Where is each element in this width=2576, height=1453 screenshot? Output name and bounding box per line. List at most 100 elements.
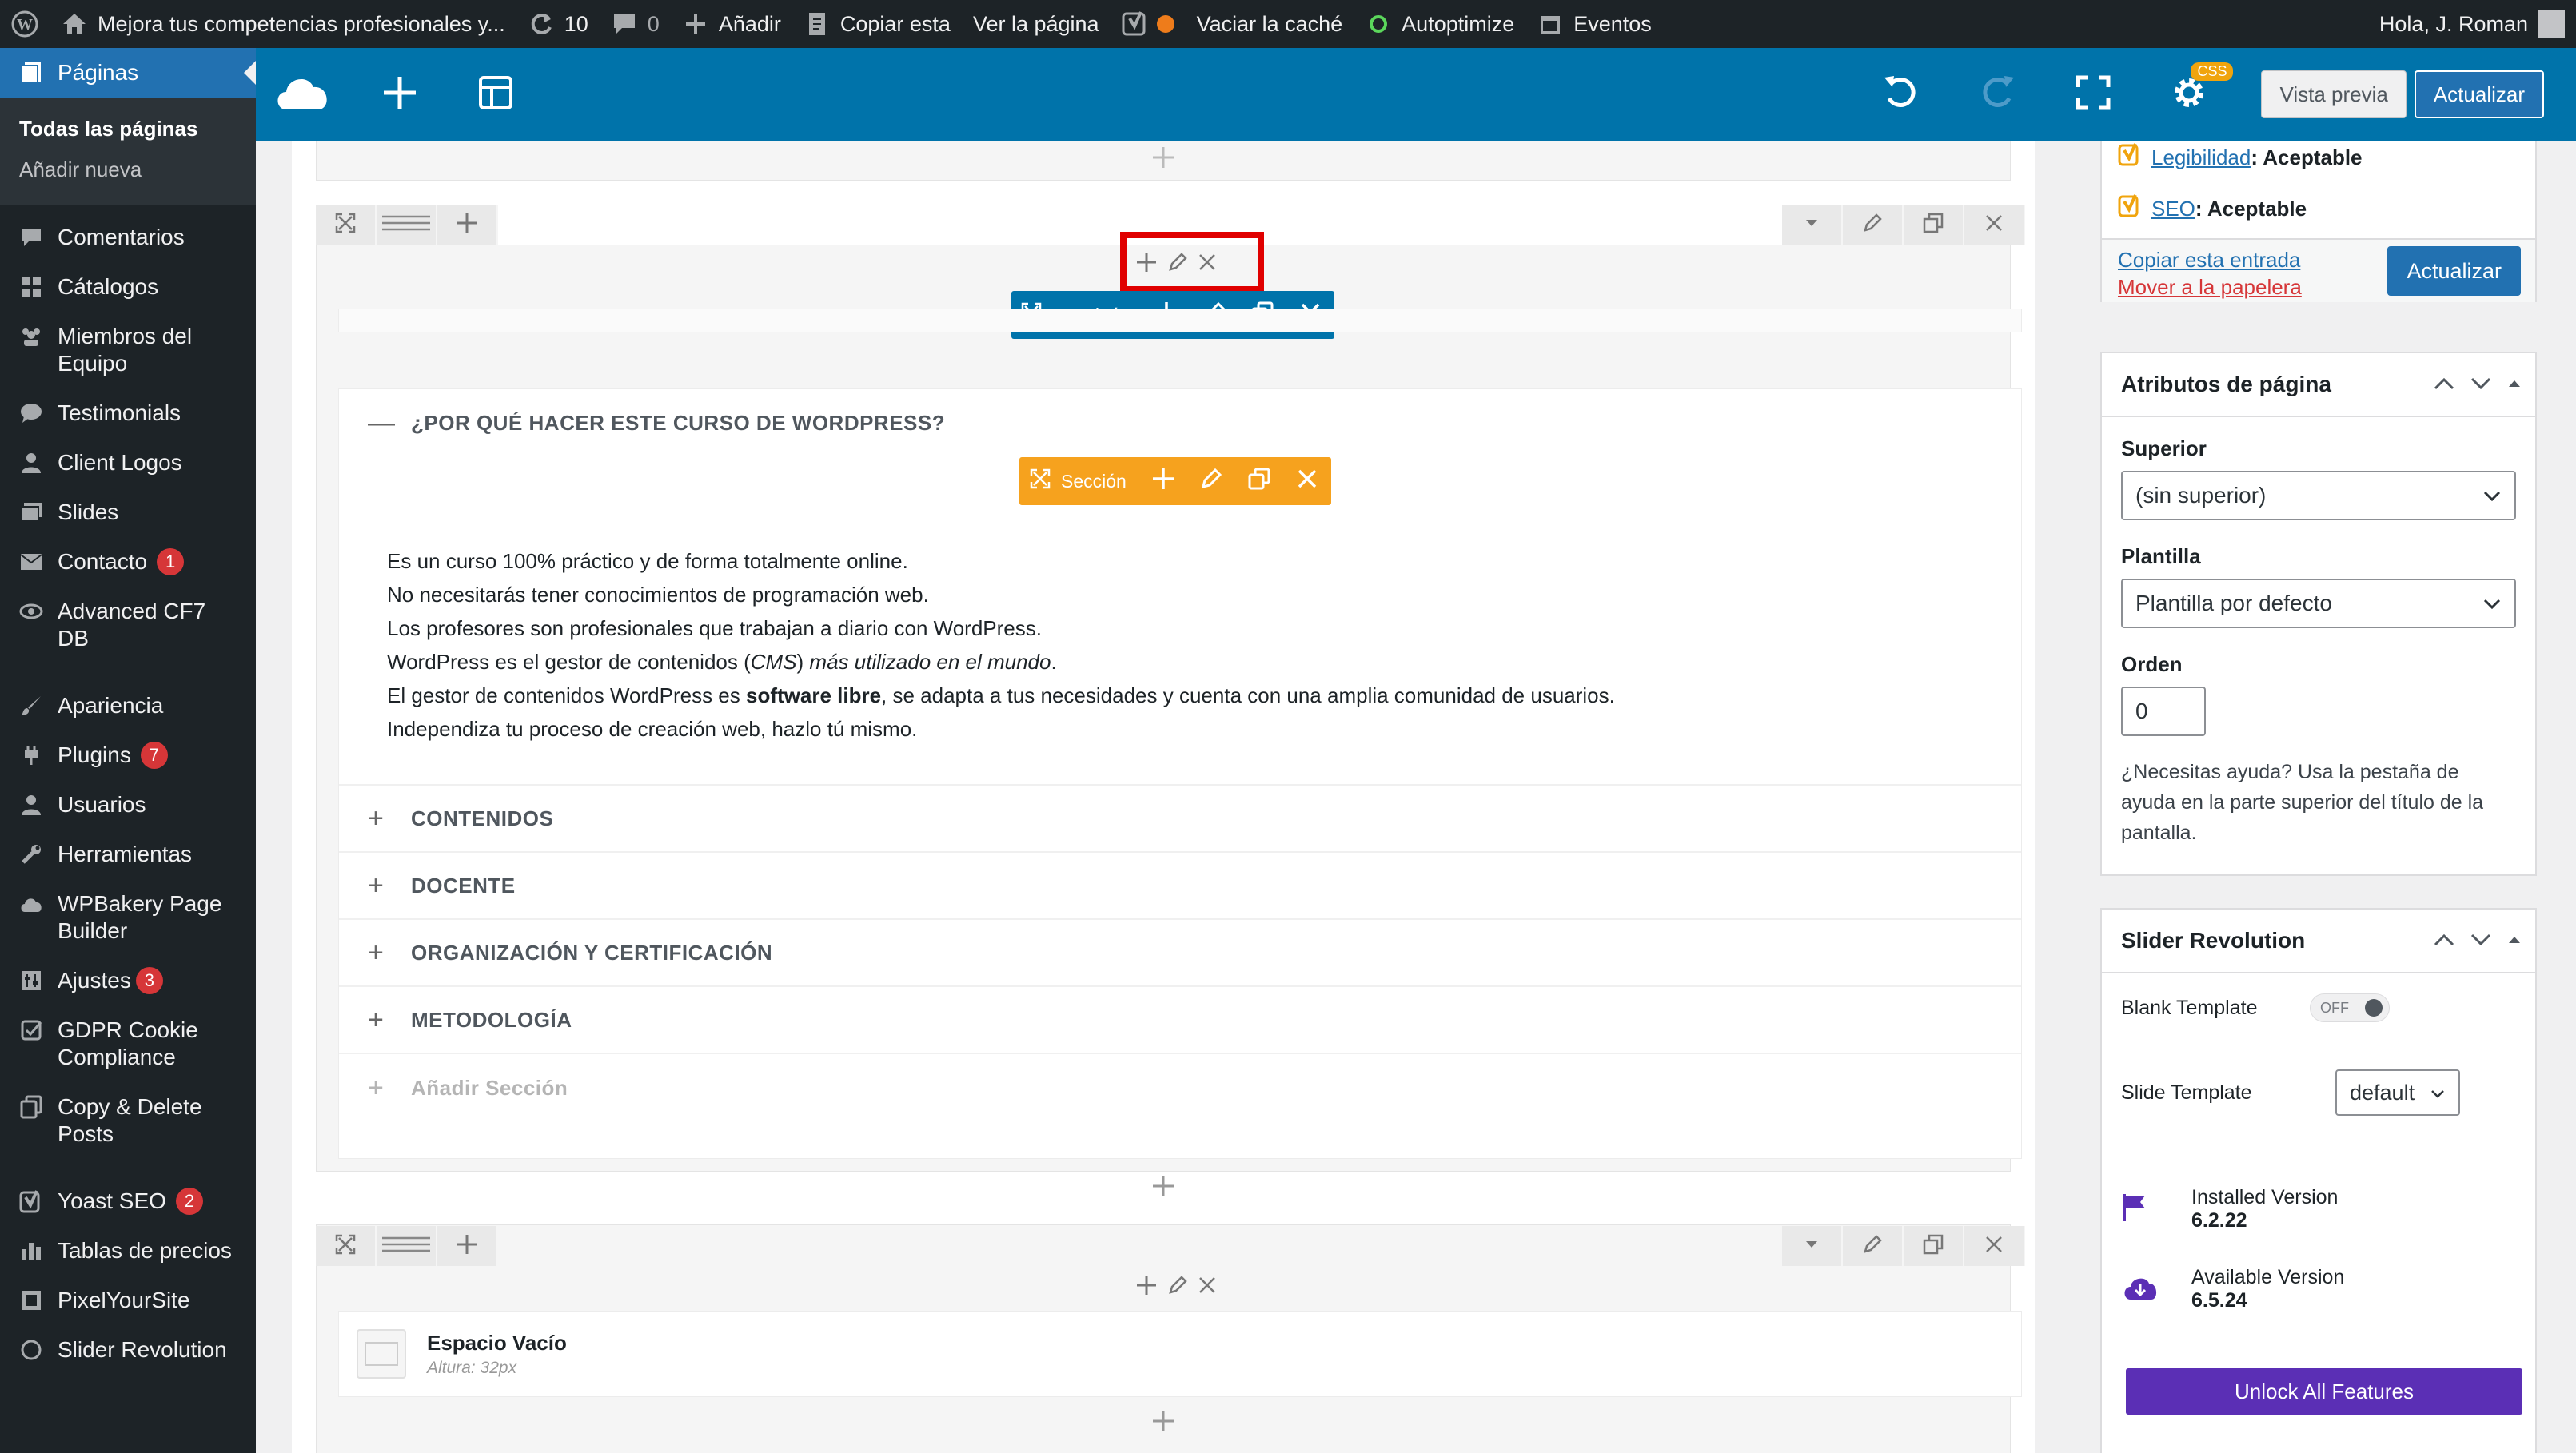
comments-link[interactable]: 0 xyxy=(600,0,671,48)
wordpress-logo-button[interactable]: W xyxy=(0,0,50,48)
redo-button[interactable] xyxy=(1949,48,2045,141)
row-add-button[interactable] xyxy=(437,205,498,245)
clear-cache-link[interactable]: Vaciar la caché xyxy=(1186,0,1354,48)
seo-link[interactable]: SEO xyxy=(2151,197,2195,221)
yoast-link[interactable] xyxy=(1111,0,1186,48)
caret-up-icon[interactable] xyxy=(2506,928,2522,953)
caret-up-icon[interactable] xyxy=(2506,372,2522,397)
menu-item-pricing-tables[interactable]: Tablas de precios xyxy=(0,1226,256,1276)
add-element-plus[interactable] xyxy=(292,1172,2035,1204)
updates-count: 10 xyxy=(564,11,588,36)
accordion-section-docente[interactable]: + DOCENTE xyxy=(339,853,2021,920)
slide-template-select[interactable]: default xyxy=(2335,1069,2460,1116)
blank-template-toggle[interactable]: OFF xyxy=(2310,993,2390,1022)
readability-link[interactable]: Legibilidad xyxy=(2151,145,2251,170)
copy-entry-link[interactable]: Copiar esta entrada xyxy=(2118,248,2300,273)
menu-item-wpbakery[interactable]: WPBakery Page Builder xyxy=(0,879,256,956)
menu-item-gdpr[interactable]: GDPR Cookie Compliance xyxy=(0,1005,256,1082)
sidebar-update-button[interactable]: Actualizar xyxy=(2387,246,2521,296)
autoptimize-link[interactable]: Autoptimize xyxy=(1354,0,1525,48)
row-clone-button[interactable] xyxy=(1904,205,1964,245)
menu-item-client-logos[interactable]: Client Logos xyxy=(0,438,256,488)
row-clone-button[interactable] xyxy=(1904,1226,1964,1266)
updates-link[interactable]: 10 xyxy=(516,0,600,48)
chevron-down-icon[interactable] xyxy=(2470,928,2492,953)
row-add-button[interactable] xyxy=(437,1226,498,1266)
menu-item-slider-revolution[interactable]: Slider Revolution xyxy=(0,1325,256,1375)
menu-item-contact[interactable]: Contacto 1 xyxy=(0,537,256,587)
menu-item-catalogs[interactable]: Cátalogos xyxy=(0,262,256,312)
templates-button[interactable] xyxy=(448,48,544,141)
parent-select[interactable]: (sin superior) xyxy=(2121,471,2516,520)
fullscreen-button[interactable] xyxy=(2045,48,2141,141)
add-element-button[interactable] xyxy=(352,48,448,141)
copy-link[interactable]: Copiar esta xyxy=(792,0,962,48)
highlight-box xyxy=(1120,232,1264,293)
wrench-icon xyxy=(18,841,45,868)
row-edit-button[interactable] xyxy=(1843,1226,1904,1266)
submenu-all-pages[interactable]: Todas las páginas xyxy=(0,109,256,149)
menu-item-testimonials[interactable]: Testimonials xyxy=(0,388,256,438)
add-new-link[interactable]: Añadir xyxy=(671,0,792,48)
chevron-up-icon[interactable] xyxy=(2433,372,2455,397)
update-button[interactable]: Actualizar xyxy=(2414,70,2544,118)
wpbakery-logo-button[interactable] xyxy=(256,48,352,141)
row-layout-button[interactable] xyxy=(377,1226,437,1266)
menu-item-tools[interactable]: Herramientas xyxy=(0,830,256,879)
text-span: CMS xyxy=(750,650,797,674)
menu-item-pages[interactable]: Páginas xyxy=(0,48,256,98)
accordion-section-contenidos[interactable]: + CONTENIDOS xyxy=(339,786,2021,853)
menu-item-appearance[interactable]: Apariencia xyxy=(0,681,256,730)
add-section-button[interactable]: + Añadir Sección xyxy=(339,1054,2021,1121)
menu-item-pixelyoursite[interactable]: PixelYourSite xyxy=(0,1276,256,1325)
add-element-plus[interactable] xyxy=(317,143,2010,175)
menu-item-slides[interactable]: Slides xyxy=(0,488,256,537)
row-edit-button[interactable] xyxy=(1843,205,1904,245)
row-delete-button[interactable] xyxy=(1964,1226,2025,1266)
empty-space-element[interactable]: Espacio Vacío Altura: 32px xyxy=(338,1311,2022,1397)
menu-item-users[interactable]: Usuarios xyxy=(0,780,256,830)
template-select[interactable]: Plantilla por defecto xyxy=(2121,579,2516,628)
order-input[interactable]: 0 xyxy=(2121,687,2206,736)
preview-button[interactable]: Vista previa xyxy=(2261,70,2407,118)
menu-item-comments[interactable]: Comentarios xyxy=(0,213,256,262)
unlock-features-button[interactable]: Unlock All Features xyxy=(2126,1368,2522,1415)
checkbox-icon xyxy=(18,1017,45,1044)
section-move-button[interactable] xyxy=(1019,457,1061,505)
row-delete-button[interactable] xyxy=(1964,205,2025,245)
column-add-button[interactable] xyxy=(1135,1274,1158,1300)
menu-item-plugins[interactable]: Plugins 7 xyxy=(0,730,256,780)
section-add-button[interactable] xyxy=(1139,457,1187,505)
publish-actions: Copiar esta entrada Mover a la papelera … xyxy=(2102,238,2535,302)
row-toggle-button[interactable] xyxy=(1782,1226,1843,1266)
menu-item-settings[interactable]: Ajustes 3 xyxy=(0,956,256,1005)
accordion-section-metodologia[interactable]: + METODOLOGÍA xyxy=(339,987,2021,1054)
accordion-section-organizacion[interactable]: + ORGANIZACIÓN Y CERTIFICACIÓN xyxy=(339,920,2021,987)
row-move-button[interactable] xyxy=(316,205,377,245)
row-toggle-button[interactable] xyxy=(1782,205,1843,245)
undo-button[interactable] xyxy=(1853,48,1949,141)
accordion-section-open[interactable]: — ¿POR QUÉ HACER ESTE CURSO DE WORDPRESS… xyxy=(339,389,2021,456)
events-link[interactable]: Eventos xyxy=(1525,0,1663,48)
menu-item-advanced-cf7[interactable]: Advanced CF7 DB xyxy=(0,587,256,663)
add-element-plus[interactable] xyxy=(292,1407,2035,1439)
submenu-add-new[interactable]: Añadir nueva xyxy=(0,149,256,190)
row-layout-button[interactable] xyxy=(377,205,437,245)
column-delete-button[interactable] xyxy=(1198,1276,1217,1299)
column-edit-button[interactable] xyxy=(1167,1275,1188,1300)
chevron-down-icon[interactable] xyxy=(2470,372,2492,397)
page-settings-button[interactable]: CSS xyxy=(2141,48,2237,141)
site-name-link[interactable]: Mejora tus competencias profesionales y.… xyxy=(50,0,516,48)
menu-item-copy-delete[interactable]: Copy & Delete Posts xyxy=(0,1082,256,1159)
section-edit-button[interactable] xyxy=(1187,457,1235,505)
row-move-button[interactable] xyxy=(316,1226,377,1266)
my-account-link[interactable]: Hola, J. Roman xyxy=(2368,0,2576,48)
section-delete-button[interactable] xyxy=(1283,457,1331,505)
trash-link[interactable]: Mover a la papelera xyxy=(2118,275,2302,300)
view-page-link[interactable]: Ver la página xyxy=(962,0,1111,48)
menu-item-yoast[interactable]: Yoast SEO 2 xyxy=(0,1176,256,1226)
menu-item-team[interactable]: Miembros del Equipo xyxy=(0,312,256,388)
clear-cache-label: Vaciar la caché xyxy=(1196,11,1343,36)
section-clone-button[interactable] xyxy=(1235,457,1283,505)
chevron-up-icon[interactable] xyxy=(2433,928,2455,953)
